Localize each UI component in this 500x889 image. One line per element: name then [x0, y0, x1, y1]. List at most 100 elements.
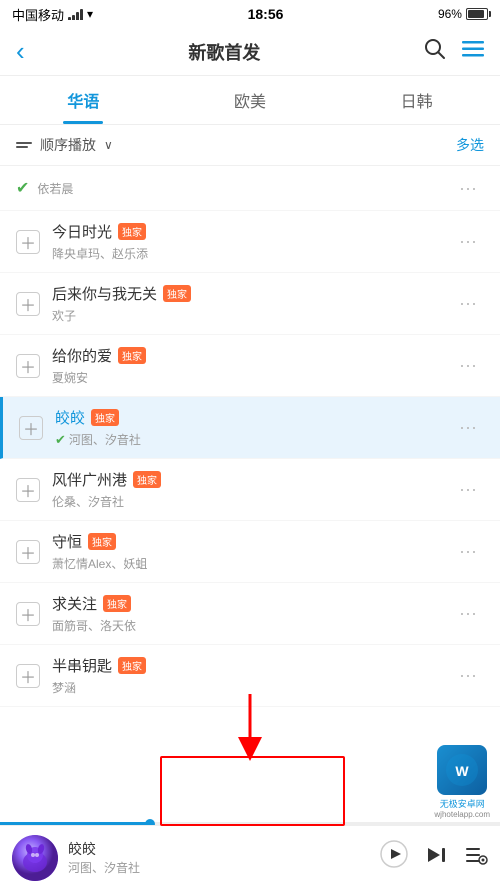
song-artist-8: 梦涵 [52, 679, 452, 696]
player-controls [380, 840, 488, 875]
song-title-row-4: 皎皎 独家 [55, 407, 452, 428]
song-item-1: ＋ 今日时光 独家 降央卓玛、赵乐添 ··· [0, 211, 500, 273]
exclusive-badge-4: 独家 [91, 409, 119, 426]
more-button-8[interactable]: ··· [452, 660, 484, 692]
battery-percent: 96% [438, 7, 462, 21]
song-info-7: 求关注 独家 面筋哥、洛天依 [52, 593, 452, 634]
more-button-1[interactable]: ··· [452, 226, 484, 258]
song-title-3: 给你的爱 [52, 345, 112, 366]
player-artist: 河图、汐音社 [68, 859, 380, 876]
add-button-8[interactable]: ＋ [16, 664, 40, 688]
add-button-2[interactable]: ＋ [16, 292, 40, 316]
carrier-label: 中国移动 [12, 5, 64, 24]
next-button[interactable] [424, 843, 448, 873]
song-title-row-1: 今日时光 独家 [52, 221, 452, 242]
add-button-5[interactable]: ＋ [16, 478, 40, 502]
song-title-5: 风伴广州港 [52, 469, 127, 490]
song-info-6: 守恒 独家 萧忆情Alex、妖蛆 [52, 531, 452, 572]
song-title-1: 今日时光 [52, 221, 112, 242]
wifi-icon: ▾ [87, 7, 93, 21]
song-item-7: ＋ 求关注 独家 面筋哥、洛天依 ··· [0, 583, 500, 645]
add-button-4[interactable]: ＋ [19, 416, 43, 440]
song-title-row-5: 风伴广州港 独家 [52, 469, 452, 490]
song-item-4: ＋ 皎皎 独家 ✔ 河图、汐音社 ··· [0, 397, 500, 459]
song-info-4: 皎皎 独家 ✔ 河图、汐音社 [55, 407, 452, 448]
exclusive-badge-6: 独家 [88, 533, 116, 550]
song-info-5: 风伴广州港 独家 伦桑、汐音社 [52, 469, 452, 510]
add-button-1[interactable]: ＋ [16, 230, 40, 254]
song-item-8: ＋ 半串钥匙 独家 梦涵 ··· [0, 645, 500, 707]
more-button-4[interactable]: ··· [452, 412, 484, 444]
shuffle-icon [16, 142, 32, 148]
status-right: 96% [438, 7, 488, 21]
tab-bar: 华语 欧美 日韩 [0, 76, 500, 125]
player-avatar[interactable] [12, 835, 58, 881]
song-item-5: ＋ 风伴广州港 独家 伦桑、汐音社 ··· [0, 459, 500, 521]
shuffle-label: 顺序播放 [40, 135, 96, 155]
song-artist-7: 面筋哥、洛天依 [52, 617, 452, 634]
battery-icon [466, 8, 488, 20]
status-left: 中国移动 ▾ [12, 5, 93, 24]
shuffle-arrow: ∨ [104, 138, 113, 152]
song-title-2: 后来你与我无关 [52, 283, 157, 304]
signal-icon [68, 8, 83, 20]
more-button-2[interactable]: ··· [452, 288, 484, 320]
status-bar: 中国移动 ▾ 18:56 96% [0, 0, 500, 28]
song-artist-5: 伦桑、汐音社 [52, 493, 452, 510]
shuffle-control[interactable]: 顺序播放 ∨ [16, 135, 113, 155]
song-title-8: 半串钥匙 [52, 655, 112, 676]
bottom-player: 皎皎 河图、汐音社 [0, 825, 500, 889]
header-actions [424, 38, 484, 66]
song-title-row-2: 后来你与我无关 独家 [52, 283, 452, 304]
exclusive-badge-2: 独家 [163, 285, 191, 302]
song-item-6: ＋ 守恒 独家 萧忆情Alex、妖蛆 ··· [0, 521, 500, 583]
more-button-5[interactable]: ··· [452, 474, 484, 506]
list-toolbar: 顺序播放 ∨ 多选 [0, 125, 500, 166]
song-title-row-8: 半串钥匙 独家 [52, 655, 452, 676]
song-title-4: 皎皎 [55, 407, 85, 428]
more-button-7[interactable]: ··· [452, 598, 484, 630]
song-artist-3: 夏婉安 [52, 369, 452, 386]
tab-western[interactable]: 欧美 [167, 76, 334, 124]
add-button-7[interactable]: ＋ [16, 602, 40, 626]
tab-japanese[interactable]: 日韩 [333, 76, 500, 124]
status-time: 18:56 [248, 6, 284, 22]
tab-chinese[interactable]: 华语 [0, 76, 167, 124]
svg-text:W: W [456, 763, 470, 779]
song-artist-4: ✔ 河图、汐音社 [55, 431, 452, 448]
song-artist-6: 萧忆情Alex、妖蛆 [52, 555, 452, 572]
song-title-row-7: 求关注 独家 [52, 593, 452, 614]
song-item-2: ＋ 后来你与我无关 独家 欢子 ··· [0, 273, 500, 335]
song-info-0: 依若晨 [37, 180, 452, 197]
more-button-6[interactable]: ··· [452, 536, 484, 568]
song-artist-2: 欢子 [52, 307, 452, 324]
song-list: ✔ 依若晨 ··· ＋ 今日时光 独家 降央卓玛、赵乐添 ··· ＋ 后来你与我… [0, 166, 500, 707]
add-button-3[interactable]: ＋ [16, 354, 40, 378]
player-info: 皎皎 河图、汐音社 [68, 839, 380, 876]
watermark-text: 无极安卓网 [440, 797, 485, 810]
play-button[interactable] [380, 840, 408, 875]
song-info-8: 半串钥匙 独家 梦涵 [52, 655, 452, 696]
song-item-3: ＋ 给你的爱 独家 夏婉安 ··· [0, 335, 500, 397]
playlist-button[interactable] [464, 843, 488, 873]
exclusive-badge-3: 独家 [118, 347, 146, 364]
song-title-row-3: 给你的爱 独家 [52, 345, 452, 366]
player-avatar-img [12, 835, 58, 881]
page-title: 新歌首发 [188, 39, 260, 65]
multiselect-button[interactable]: 多选 [456, 135, 484, 155]
song-info-3: 给你的爱 独家 夏婉安 [52, 345, 452, 386]
song-item-0: ✔ 依若晨 ··· [0, 166, 500, 211]
exclusive-badge-1: 独家 [118, 223, 146, 240]
watermark-url: wjhotelapp.com [434, 810, 490, 819]
menu-button[interactable] [462, 40, 484, 63]
back-button[interactable]: ‹ [16, 36, 25, 67]
exclusive-badge-8: 独家 [118, 657, 146, 674]
search-button[interactable] [424, 38, 446, 66]
add-button-6[interactable]: ＋ [16, 540, 40, 564]
more-button-0[interactable]: ··· [452, 172, 484, 204]
song-title-6: 守恒 [52, 531, 82, 552]
song-title-7: 求关注 [52, 593, 97, 614]
song-info-2: 后来你与我无关 独家 欢子 [52, 283, 452, 324]
more-button-3[interactable]: ··· [452, 350, 484, 382]
song-title-row-6: 守恒 独家 [52, 531, 452, 552]
